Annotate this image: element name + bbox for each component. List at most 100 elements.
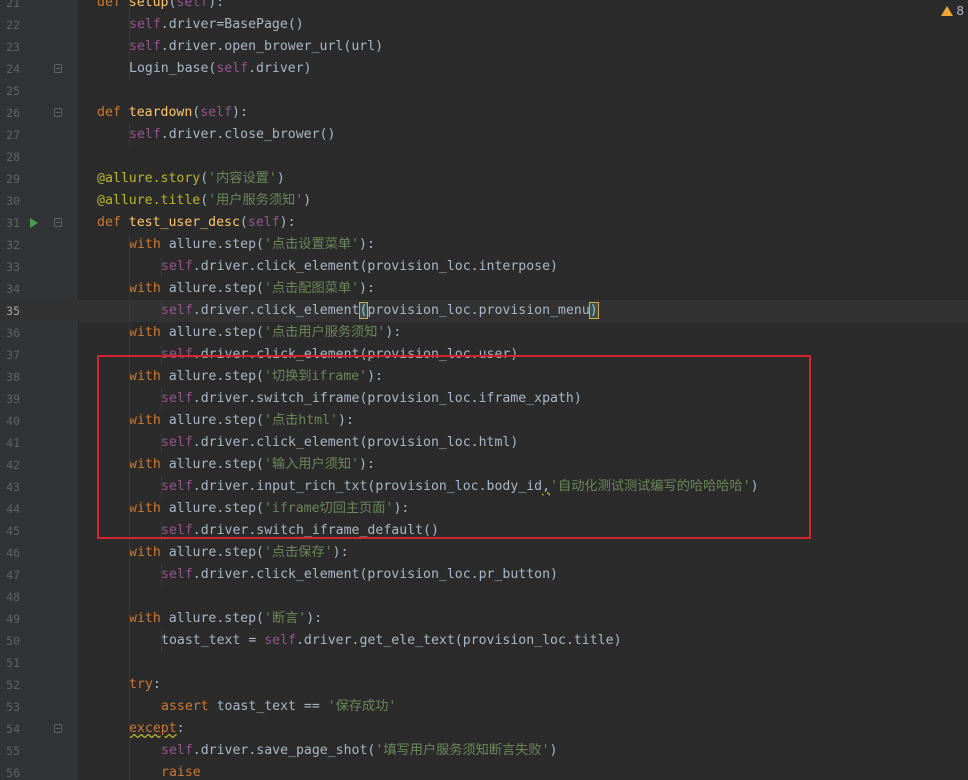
line-number: 50: [6, 634, 20, 648]
indent-guide: [161, 564, 162, 586]
line-number: 39: [6, 392, 20, 406]
code-text: self.driver.click_element(provision_loc.…: [161, 302, 599, 319]
line-number: 41: [6, 436, 20, 450]
code-line[interactable]: 34 with allure.step('点击配图菜单'):: [0, 278, 968, 300]
line-number: 56: [6, 766, 20, 780]
fold-icon[interactable]: [54, 218, 62, 227]
code-text: try:: [129, 677, 161, 692]
line-number: 34: [6, 282, 20, 296]
code-line[interactable]: 33 self.driver.click_element(provision_lo…: [0, 256, 968, 278]
line-number: 36: [6, 326, 20, 340]
code-line[interactable]: 26 def teardown(self):: [0, 102, 968, 124]
line-number: 51: [6, 656, 20, 670]
code-text: self.driver.close_brower(): [129, 127, 336, 142]
code-line[interactable]: 27 self.driver.close_brower(): [0, 124, 968, 146]
code-text: except:: [129, 721, 185, 736]
run-test-icon[interactable]: [30, 218, 38, 228]
line-number: 48: [6, 590, 20, 604]
code-text: def setup(self):: [97, 0, 225, 10]
line-number: 29: [6, 172, 20, 186]
code-line[interactable]: 31 def test_user_desc(self):: [0, 212, 968, 234]
code-text: with allure.step('点击保存'):: [129, 545, 349, 560]
code-editor[interactable]: 21 def setup(self): 22 self.driver=BasePage…: [0, 0, 968, 780]
line-number: 22: [6, 18, 20, 32]
code-line[interactable]: 30 @allure.title('用户服务须知'): [0, 190, 968, 212]
code-text: self.driver.save_page_shot('填写用户服务须知断言失败…: [161, 743, 558, 758]
line-number: 26: [6, 106, 20, 120]
line-number: 28: [6, 150, 20, 164]
code-text: self.driver.click_element(provision_loc.…: [161, 259, 558, 274]
code-line[interactable]: 48: [0, 586, 968, 608]
line-number: 27: [6, 128, 20, 142]
code-line[interactable]: 21 def setup(self):: [0, 0, 968, 14]
line-number: 42: [6, 458, 20, 472]
code-text: with allure.step('点击用户服务须知'):: [129, 325, 402, 340]
line-number: 49: [6, 612, 20, 626]
code-line[interactable]: 56 raise: [0, 762, 968, 780]
code-line[interactable]: 53 assert toast_text == '保存成功': [0, 696, 968, 718]
line-number: 38: [6, 370, 20, 384]
fold-icon[interactable]: [54, 724, 62, 733]
code-line[interactable]: 49 with allure.step('断言'):: [0, 608, 968, 630]
line-number: 44: [6, 502, 20, 516]
fold-icon[interactable]: [54, 64, 62, 73]
code-line[interactable]: 46 with allure.step('点击保存'):: [0, 542, 968, 564]
code-line[interactable]: 29 @allure.story('内容设置'): [0, 168, 968, 190]
line-number: 55: [6, 744, 20, 758]
code-text: def teardown(self):: [97, 105, 248, 120]
line-number: 25: [6, 84, 20, 98]
code-line[interactable]: 36 with allure.step('点击用户服务须知'):: [0, 322, 968, 344]
code-text: with allure.step('点击配图菜单'):: [129, 281, 375, 296]
code-line[interactable]: 23 self.driver.open_brower_url(url): [0, 36, 968, 58]
code-line[interactable]: 50 toast_text = self.driver.get_ele_text(…: [0, 630, 968, 652]
line-number: 37: [6, 348, 20, 362]
code-text: assert toast_text == '保存成功': [161, 699, 397, 714]
line-number: 31: [6, 216, 20, 230]
code-text: with allure.step('点击设置菜单'):: [129, 237, 375, 252]
line-number: 46: [6, 546, 20, 560]
warning-icon: [941, 6, 954, 16]
code-text: Login_base(self.driver): [129, 61, 312, 76]
line-number: 52: [6, 678, 20, 692]
code-text: self.driver.click_element(provision_loc.…: [161, 567, 558, 582]
code-line[interactable]: 52 try:: [0, 674, 968, 696]
code-text: @allure.title('用户服务须知'): [97, 193, 312, 208]
code-line[interactable]: 28: [0, 146, 968, 168]
annotation-highlight-box: [97, 355, 811, 539]
line-number: 24: [6, 62, 20, 76]
line-number: 33: [6, 260, 20, 274]
line-number: 35: [6, 304, 20, 318]
fold-icon[interactable]: [54, 108, 62, 117]
code-line[interactable]: 51: [0, 652, 968, 674]
line-number: 53: [6, 700, 20, 714]
indent-guide: [129, 124, 130, 146]
indent-guide: [161, 256, 162, 278]
code-text: @allure.story('内容设置'): [97, 171, 285, 186]
line-number: 30: [6, 194, 20, 208]
code-text: raise: [161, 765, 201, 780]
code-text: def test_user_desc(self):: [97, 215, 296, 230]
code-line[interactable]: 35 self.driver.click_element(provision_lo…: [0, 300, 968, 322]
code-text: self.driver=BasePage(): [129, 17, 304, 32]
code-line[interactable]: 24 Login_base(self.driver): [0, 58, 968, 80]
line-number: 54: [6, 722, 20, 736]
code-line[interactable]: 55 self.driver.save_page_shot('填写用户服务须知断言…: [0, 740, 968, 762]
indent-guide: [129, 0, 130, 80]
line-number: 32: [6, 238, 20, 252]
code-line[interactable]: 47 self.driver.click_element(provision_lo…: [0, 564, 968, 586]
code-line[interactable]: 25: [0, 80, 968, 102]
line-number: 21: [6, 0, 20, 10]
indent-guide: [161, 300, 162, 322]
line-number: 23: [6, 40, 20, 54]
indent-guide: [161, 630, 162, 652]
warning-count: 8: [956, 4, 964, 18]
line-number: 47: [6, 568, 20, 582]
code-line[interactable]: 32 with allure.step('点击设置菜单'):: [0, 234, 968, 256]
code-text: toast_text = self.driver.get_ele_text(pr…: [161, 633, 622, 648]
inspection-widget[interactable]: 8: [941, 4, 964, 18]
line-number: 43: [6, 480, 20, 494]
code-text: self.driver.open_brower_url(url): [129, 39, 384, 54]
code-line[interactable]: 22 self.driver=BasePage(): [0, 14, 968, 36]
line-number: 40: [6, 414, 20, 428]
code-line[interactable]: 54 except:: [0, 718, 968, 740]
